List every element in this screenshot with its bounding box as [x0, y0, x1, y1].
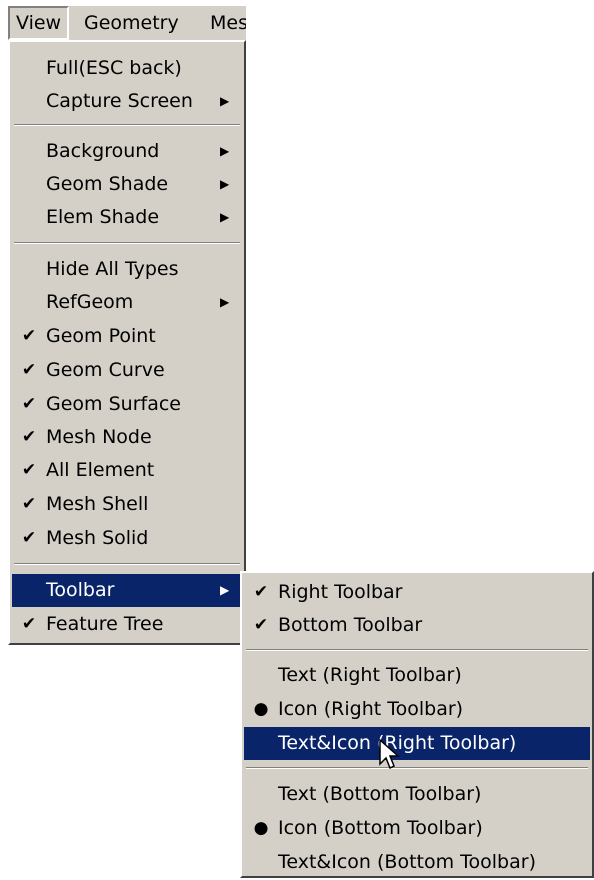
menu-geometry[interactable]: Geometry: [78, 6, 185, 40]
checkmark-icon: ✔: [21, 494, 37, 514]
menu-item-label: Hide All Types: [46, 258, 179, 280]
menu-item-label: Capture Screen: [46, 90, 193, 112]
checkmark-icon: ✔: [21, 394, 37, 414]
view-menu-item-geom-surface[interactable]: ✔ Geom Surface: [12, 388, 242, 421]
toolbar-submenu: ✔ Right Toolbar ✔ Bottom Toolbar Text (Right…: [240, 571, 594, 878]
menu-mesh[interactable]: Mes: [204, 6, 246, 40]
view-menu-item-geom-shade[interactable]: Geom Shade ▶: [12, 168, 242, 201]
submenu-arrow-icon: ▶: [220, 144, 230, 158]
bullet-icon: ●: [253, 818, 269, 838]
menu-separator: [14, 124, 240, 126]
submenu-arrow-icon: ▶: [220, 210, 230, 224]
view-dropdown-menu: Full(ESC back) Capture Screen ▶ Background ▶…: [8, 40, 246, 645]
view-menu-item-capture-screen[interactable]: Capture Screen ▶: [12, 85, 242, 118]
menu-view[interactable]: View: [8, 6, 70, 40]
menu-item-label: Geom Curve: [46, 359, 165, 381]
menu-item-label: Right Toolbar: [278, 581, 403, 603]
menu-item-label: All Element: [46, 459, 155, 481]
view-menu-item-all-element[interactable]: ✔ All Element: [12, 454, 242, 487]
toolbar-menu-item-right-toolbar[interactable]: ✔ Right Toolbar: [244, 576, 590, 609]
toolbar-menu-item-text-right-toolbar[interactable]: Text (Right Toolbar): [244, 659, 590, 692]
view-menu-item-toolbar[interactable]: Toolbar ▶: [12, 574, 242, 607]
toolbar-menu-item-text-icon-right-toolbar[interactable]: Text&Icon (Right Toolbar): [244, 727, 590, 760]
menu-item-label: Text (Bottom Toolbar): [278, 783, 482, 805]
menu-bar: View Geometry Mes: [8, 6, 246, 40]
view-menu-item-geom-point[interactable]: ✔ Geom Point: [12, 320, 242, 353]
menu-separator: [14, 563, 240, 565]
view-menu-item-refgeom[interactable]: RefGeom ▶: [12, 286, 242, 319]
menu-item-label: Mesh Node: [46, 426, 152, 448]
submenu-arrow-icon: ▶: [220, 295, 230, 309]
menu-item-label: Icon (Bottom Toolbar): [278, 817, 483, 839]
menu-item-label: Feature Tree: [46, 613, 164, 635]
menu-item-label: Icon (Right Toolbar): [278, 698, 464, 720]
menu-item-label: Mesh Shell: [46, 493, 149, 515]
menu-item-label: Full(ESC back): [46, 57, 182, 79]
view-menu-item-hide-all-types[interactable]: Hide All Types: [12, 253, 242, 286]
menu-item-label: Geom Surface: [46, 393, 181, 415]
menu-item-label: Mesh Solid: [46, 527, 149, 549]
view-menu-item-feature-tree[interactable]: ✔ Feature Tree: [12, 608, 242, 641]
menu-item-label: RefGeom: [46, 291, 134, 313]
menu-item-label: Text&Icon (Bottom Toolbar): [278, 851, 536, 873]
menu-item-label: Text (Right Toolbar): [278, 664, 462, 686]
menu-item-label: Bottom Toolbar: [278, 614, 423, 636]
toolbar-menu-item-text-bottom-toolbar[interactable]: Text (Bottom Toolbar): [244, 778, 590, 811]
checkmark-icon: ✔: [21, 460, 37, 480]
menu-separator: [246, 767, 588, 769]
view-menu-item-background[interactable]: Background ▶: [12, 135, 242, 168]
checkmark-icon: ✔: [253, 582, 269, 602]
menu-separator: [14, 242, 240, 244]
toolbar-menu-item-bottom-toolbar[interactable]: ✔ Bottom Toolbar: [244, 609, 590, 642]
toolbar-menu-item-icon-right-toolbar[interactable]: ● Icon (Right Toolbar): [244, 693, 590, 726]
checkmark-icon: ✔: [253, 615, 269, 635]
view-menu-item-elem-shade[interactable]: Elem Shade ▶: [12, 201, 242, 234]
view-menu-item-geom-curve[interactable]: ✔ Geom Curve: [12, 354, 242, 387]
menu-item-label: Toolbar: [46, 579, 115, 601]
menu-item-label: Geom Point: [46, 325, 156, 347]
view-menu-item-mesh-node[interactable]: ✔ Mesh Node: [12, 421, 242, 454]
toolbar-menu-item-icon-bottom-toolbar[interactable]: ● Icon (Bottom Toolbar): [244, 812, 590, 845]
submenu-arrow-icon: ▶: [220, 177, 230, 191]
bullet-icon: ●: [253, 699, 269, 719]
checkmark-icon: ✔: [21, 427, 37, 447]
checkmark-icon: ✔: [21, 614, 37, 634]
checkmark-icon: ✔: [21, 528, 37, 548]
submenu-arrow-icon: ▶: [220, 94, 230, 108]
menu-item-label: Elem Shade: [46, 206, 160, 228]
checkmark-icon: ✔: [21, 360, 37, 380]
menu-separator: [246, 649, 588, 651]
menu-item-label: Geom Shade: [46, 173, 169, 195]
submenu-arrow-icon: ▶: [220, 583, 230, 597]
menu-item-label: Background: [46, 140, 160, 162]
view-menu-item-mesh-shell[interactable]: ✔ Mesh Shell: [12, 488, 242, 521]
checkmark-icon: ✔: [21, 326, 37, 346]
view-menu-item-mesh-solid[interactable]: ✔ Mesh Solid: [12, 522, 242, 555]
view-menu-item-full-esc-back[interactable]: Full(ESC back): [12, 52, 242, 85]
toolbar-menu-item-text-icon-bottom-toolbar[interactable]: Text&Icon (Bottom Toolbar): [244, 846, 590, 879]
mouse-cursor-icon: [379, 738, 400, 770]
